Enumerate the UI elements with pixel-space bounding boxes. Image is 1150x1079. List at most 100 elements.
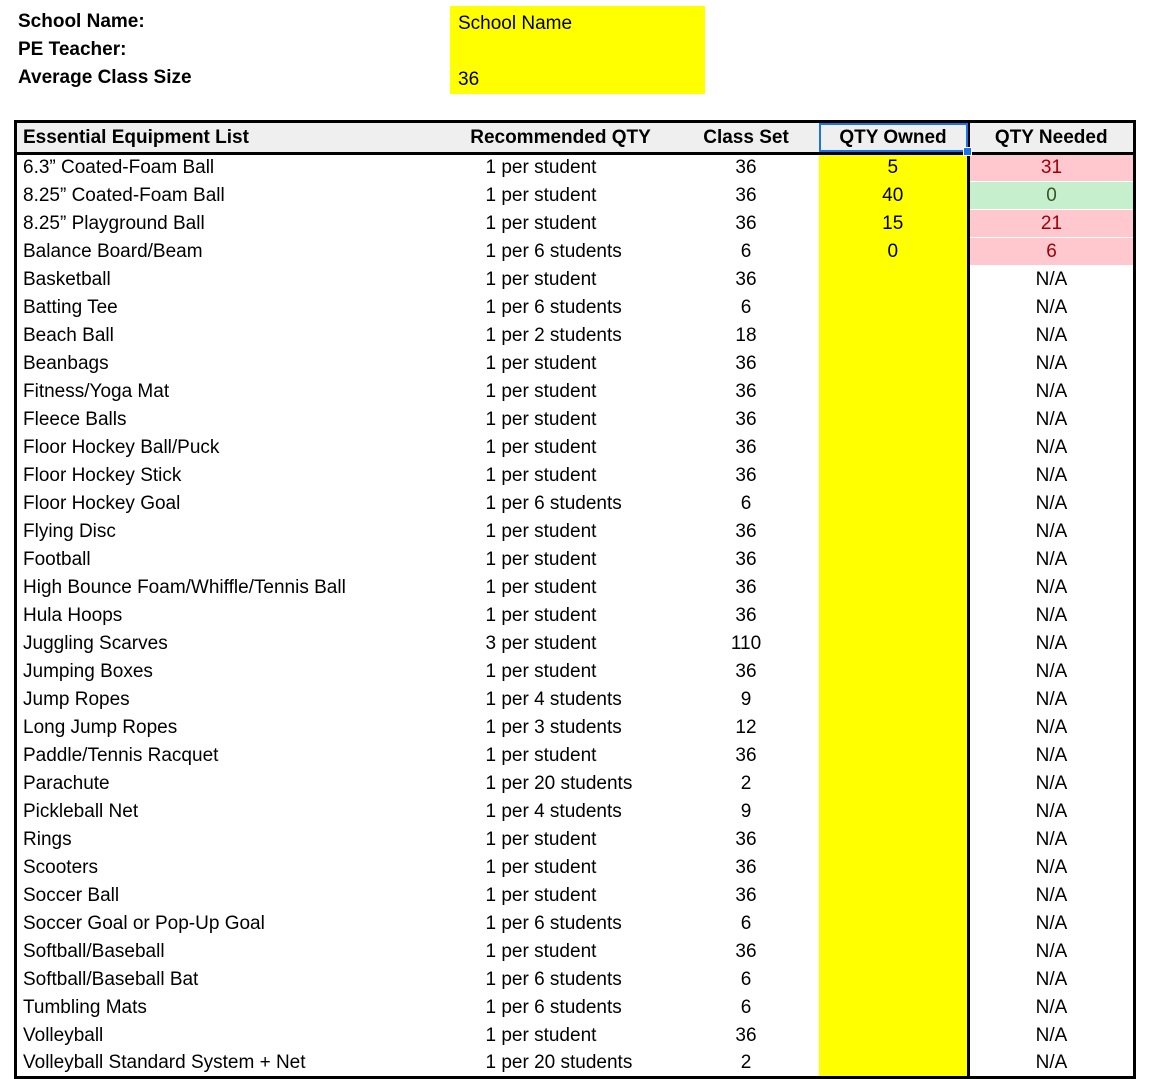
school-name-label: School Name:	[18, 11, 145, 32]
table-row: Rings 1 per student 36 N/A	[16, 825, 1135, 854]
cell-qty-owned[interactable]: 0	[818, 237, 970, 266]
cell-qty-needed: N/A	[1035, 464, 1068, 486]
column-header-recommended-qty[interactable]: Recommended QTY	[447, 121, 674, 155]
cell-qty-owned[interactable]: 40	[818, 181, 970, 210]
cell-qty-owned[interactable]	[818, 797, 970, 826]
cell-recommended-qty: 1 per student	[485, 520, 597, 542]
table-row: Fitness/Yoga Mat 1 per student 36 N/A	[16, 377, 1135, 406]
cell-equipment-name: 6.3” Coated-Foam Ball	[23, 157, 215, 179]
table-row: Volleyball 1 per student 36 N/A	[16, 1021, 1135, 1050]
cell-qty-owned[interactable]	[818, 853, 970, 882]
cell-qty-owned[interactable]	[818, 601, 970, 630]
cell-qty-owned[interactable]	[818, 545, 970, 574]
cell-qty-owned[interactable]	[818, 713, 970, 742]
table-row: Hula Hoops 1 per student 36 N/A	[16, 601, 1135, 630]
cell-recommended-qty: 1 per student	[485, 940, 597, 962]
cell-class-set: 36	[735, 352, 757, 374]
cell-qty-owned[interactable]	[818, 1021, 970, 1050]
cell-equipment-name: Fitness/Yoga Mat	[23, 380, 170, 402]
cell-qty-owned[interactable]	[818, 321, 970, 350]
column-header-class-set[interactable]: Class Set	[673, 121, 819, 155]
table-row: Juggling Scarves 3 per student 110 N/A	[16, 629, 1135, 658]
cell-qty-owned[interactable]	[818, 741, 970, 770]
cell-class-set: 36	[735, 184, 757, 206]
cell-qty-owned[interactable]	[818, 909, 970, 938]
cell-qty-owned[interactable]	[818, 461, 970, 490]
cell-recommended-qty: 1 per 6 students	[485, 996, 622, 1018]
cell-qty-owned[interactable]	[818, 965, 970, 994]
cell-qty-needed: N/A	[1035, 380, 1068, 402]
cell-qty-needed: N/A	[1035, 632, 1068, 654]
school-name-value[interactable]: School Name	[458, 10, 705, 38]
cell-equipment-name: Volleyball	[23, 1024, 104, 1046]
cell-class-set: 6	[740, 996, 752, 1018]
cell-equipment-name: Hula Hoops	[23, 604, 123, 626]
school-info-block: School Name: PE Teacher: Average Class S…	[0, 0, 1150, 112]
cell-class-set: 2	[740, 1051, 752, 1073]
equipment-table-container: Essential Equipment List Recommended QTY…	[14, 120, 1136, 1079]
cell-qty-needed: N/A	[1035, 268, 1068, 290]
cell-equipment-name: Rings	[23, 828, 72, 850]
cell-recommended-qty: 1 per 20 students	[485, 772, 633, 794]
cell-qty-needed: N/A	[1035, 996, 1068, 1018]
average-class-size-value[interactable]: 36	[458, 66, 705, 94]
cell-qty-owned[interactable]	[818, 769, 970, 798]
cell-recommended-qty: 1 per 6 students	[485, 912, 622, 934]
cell-class-set: 12	[735, 716, 757, 738]
cell-recommended-qty: 1 per 4 students	[485, 800, 622, 822]
cell-qty-needed: N/A	[1035, 828, 1068, 850]
table-row: Fleece Balls 1 per student 36 N/A	[16, 405, 1135, 434]
cell-equipment-name: Softball/Baseball Bat	[23, 968, 199, 990]
cell-qty-needed: 6	[968, 237, 1135, 266]
cell-qty-owned[interactable]	[818, 629, 970, 658]
cell-qty-owned[interactable]	[818, 265, 970, 294]
pe-teacher-label: PE Teacher:	[18, 39, 127, 60]
cell-recommended-qty: 1 per student	[485, 828, 597, 850]
cell-recommended-qty: 1 per student	[485, 464, 597, 486]
cell-qty-owned[interactable]: 5	[818, 153, 970, 182]
cell-class-set: 36	[735, 157, 757, 179]
cell-qty-owned[interactable]	[818, 1049, 970, 1078]
table-row: Soccer Goal or Pop-Up Goal 1 per 6 studen…	[16, 909, 1135, 938]
cell-qty-owned[interactable]	[818, 993, 970, 1022]
school-info-labels: School Name: PE Teacher: Average Class S…	[18, 8, 192, 92]
cell-qty-owned[interactable]	[818, 657, 970, 686]
cell-qty-needed: N/A	[1035, 744, 1068, 766]
cell-qty-owned[interactable]: 15	[818, 209, 970, 238]
cell-qty-owned[interactable]	[818, 293, 970, 322]
cell-qty-owned[interactable]	[818, 489, 970, 518]
cell-qty-owned[interactable]	[818, 881, 970, 910]
cell-qty-owned[interactable]	[818, 573, 970, 602]
cell-class-set: 36	[735, 744, 757, 766]
column-header-equipment-list[interactable]: Essential Equipment List	[15, 121, 448, 155]
cell-equipment-name: Fleece Balls	[23, 408, 127, 430]
cell-equipment-name: 8.25” Coated-Foam Ball	[23, 184, 225, 206]
cell-qty-needed: N/A	[1035, 660, 1068, 682]
column-header-qty-owned[interactable]: QTY Owned	[818, 121, 972, 156]
pe-teacher-value[interactable]	[458, 38, 705, 66]
column-header-qty-needed[interactable]: QTY Needed	[967, 121, 1135, 155]
cell-class-set: 36	[735, 548, 757, 570]
cell-qty-owned[interactable]	[818, 349, 970, 378]
cell-recommended-qty: 3 per student	[485, 632, 597, 654]
cell-class-set: 36	[735, 1024, 757, 1046]
cell-qty-owned[interactable]	[818, 433, 970, 462]
cell-class-set: 36	[735, 604, 757, 626]
average-class-size-label: Average Class Size	[18, 67, 192, 88]
cell-qty-owned[interactable]	[818, 685, 970, 714]
selection-fill-handle[interactable]	[962, 147, 972, 156]
cell-class-set: 9	[740, 688, 752, 710]
table-row: Football 1 per student 36 N/A	[16, 545, 1135, 574]
cell-qty-owned[interactable]	[818, 825, 970, 854]
cell-equipment-name: 8.25” Playground Ball	[23, 212, 205, 234]
cell-class-set: 36	[735, 940, 757, 962]
cell-qty-owned[interactable]	[818, 405, 970, 434]
cell-qty-needed: N/A	[1035, 548, 1068, 570]
cell-qty-owned[interactable]	[818, 377, 970, 406]
cell-equipment-name: Long Jump Ropes	[23, 716, 178, 738]
cell-equipment-name: High Bounce Foam/Whiffle/Tennis Ball	[23, 576, 346, 598]
cell-qty-owned[interactable]	[818, 517, 970, 546]
cell-qty-owned[interactable]	[818, 937, 970, 966]
cell-class-set: 2	[740, 772, 752, 794]
cell-equipment-name: Pickleball Net	[23, 800, 139, 822]
